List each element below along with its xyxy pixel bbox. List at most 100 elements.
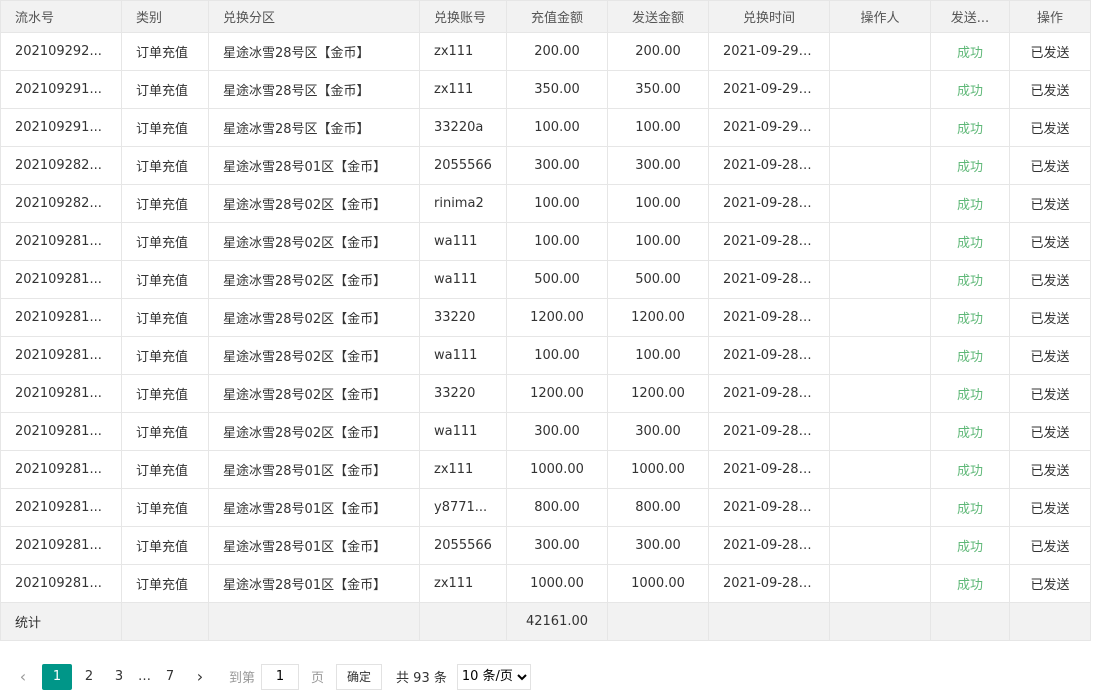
chevron-left-icon: ‹ — [19, 667, 27, 686]
goto-label: 到第 — [229, 671, 256, 686]
cell-sent: 500.00 — [607, 260, 709, 299]
col-category[interactable]: 类别 — [121, 0, 209, 33]
page-size-select[interactable]: 10 条/页 — [456, 663, 531, 690]
page-last-button[interactable]: 7 — [157, 664, 183, 690]
totals-empty — [708, 602, 830, 641]
col-operator[interactable]: 操作人 — [829, 0, 931, 33]
header-row: 流水号 类别 兑换分区 兑换账号 充值金额 发送金额 兑换时间 操作人 发送..… — [0, 0, 1091, 33]
page-1-button[interactable]: 1 — [42, 663, 72, 690]
table-row[interactable]: 202109281... 订单充值 星途冰雪28号02区【金币】 33220 1200.… — [0, 298, 1091, 337]
cell-account: wa111 — [419, 412, 507, 451]
status-badge: 成功 — [930, 184, 1010, 223]
goto-page-input[interactable] — [261, 663, 300, 690]
table-row[interactable]: 202109291... 订单充值 星途冰雪28号区【金币】 33220a 100.00… — [0, 108, 1091, 147]
cell-category: 订单充值 — [121, 374, 209, 413]
cell-serial: 202109281... — [0, 526, 122, 565]
cell-category: 订单充值 — [121, 450, 209, 489]
table-body: 202109292... 订单充值 星途冰雪28号区【金币】 zx111 200.00 2… — [0, 32, 1091, 641]
orders-table: 流水号 类别 兑换分区 兑换账号 充值金额 发送金额 兑换时间 操作人 发送..… — [0, 0, 1091, 641]
col-zone[interactable]: 兑换分区 — [208, 0, 420, 33]
cell-action[interactable]: 已发送 — [1009, 526, 1091, 565]
table-row[interactable]: 202109282... 订单充值 星途冰雪28号01区【金币】 2055566 300… — [0, 146, 1091, 185]
cell-action[interactable]: 已发送 — [1009, 564, 1091, 603]
status-badge: 成功 — [930, 146, 1010, 185]
table-row[interactable]: 202109281... 订单充值 星途冰雪28号02区【金币】 33220 1200.… — [0, 374, 1091, 413]
next-page-button[interactable]: › — [189, 667, 211, 686]
cell-time: 2021-09-29 ... — [708, 108, 830, 147]
table-row[interactable]: 202109281... 订单充值 星途冰雪28号01区【金币】 2055566 300… — [0, 526, 1091, 565]
cell-serial: 202109291... — [0, 108, 122, 147]
cell-operator — [829, 184, 931, 223]
cell-serial: 202109281... — [0, 260, 122, 299]
cell-action[interactable]: 已发送 — [1009, 108, 1091, 147]
cell-recharge: 100.00 — [506, 222, 608, 261]
cell-time: 2021-09-28 ... — [708, 298, 830, 337]
cell-recharge: 1200.00 — [506, 374, 608, 413]
cell-recharge: 800.00 — [506, 488, 608, 527]
page-2-button[interactable]: 2 — [76, 664, 102, 690]
cell-action[interactable]: 已发送 — [1009, 450, 1091, 489]
cell-recharge: 1000.00 — [506, 450, 608, 489]
table-row[interactable]: 202109281... 订单充值 星途冰雪28号02区【金币】 wa111 100.0… — [0, 222, 1091, 261]
col-sent[interactable]: 发送金额 — [607, 0, 709, 33]
table-header: 流水号 类别 兑换分区 兑换账号 充值金额 发送金额 兑换时间 操作人 发送..… — [0, 0, 1091, 33]
cell-time: 2021-09-28 ... — [708, 488, 830, 527]
table-row[interactable]: 202109281... 订单充值 星途冰雪28号01区【金币】 zx111 1000.… — [0, 450, 1091, 489]
cell-action[interactable]: 已发送 — [1009, 222, 1091, 261]
cell-time: 2021-09-28 ... — [708, 260, 830, 299]
cell-operator — [829, 336, 931, 375]
col-account[interactable]: 兑换账号 — [419, 0, 507, 33]
cell-action[interactable]: 已发送 — [1009, 184, 1091, 223]
cell-time: 2021-09-28 ... — [708, 450, 830, 489]
cell-zone: 星途冰雪28号01区【金币】 — [208, 526, 420, 565]
table-row[interactable]: 202109281... 订单充值 星途冰雪28号02区【金币】 wa111 500.0… — [0, 260, 1091, 299]
table-row[interactable]: 202109281... 订单充值 星途冰雪28号01区【金币】 zx111 1000.… — [0, 564, 1091, 603]
page-unit-label: 页 — [311, 671, 325, 686]
cell-account: zx111 — [419, 564, 507, 603]
cell-recharge: 500.00 — [506, 260, 608, 299]
table-row[interactable]: 202109282... 订单充值 星途冰雪28号02区【金币】 rinima2 100… — [0, 184, 1091, 223]
cell-action[interactable]: 已发送 — [1009, 70, 1091, 109]
cell-serial: 202109281... — [0, 222, 122, 261]
cell-action[interactable]: 已发送 — [1009, 146, 1091, 185]
cell-operator — [829, 222, 931, 261]
cell-zone: 星途冰雪28号02区【金币】 — [208, 412, 420, 451]
cell-category: 订单充值 — [121, 108, 209, 147]
cell-category: 订单充值 — [121, 260, 209, 299]
cell-action[interactable]: 已发送 — [1009, 260, 1091, 299]
cell-serial: 202109282... — [0, 184, 122, 223]
cell-action[interactable]: 已发送 — [1009, 412, 1091, 451]
cell-recharge: 300.00 — [506, 526, 608, 565]
prev-page-button[interactable]: ‹ — [12, 667, 34, 686]
cell-category: 订单充值 — [121, 526, 209, 565]
cell-action[interactable]: 已发送 — [1009, 298, 1091, 337]
totals-empty — [829, 602, 931, 641]
cell-zone: 星途冰雪28号02区【金币】 — [208, 298, 420, 337]
cell-action[interactable]: 已发送 — [1009, 32, 1091, 71]
cell-action[interactable]: 已发送 — [1009, 374, 1091, 413]
cell-account: 2055566 — [419, 526, 507, 565]
cell-action[interactable]: 已发送 — [1009, 488, 1091, 527]
table-row[interactable]: 202109292... 订单充值 星途冰雪28号区【金币】 zx111 200.00 2… — [0, 32, 1091, 71]
totals-row: 统计 42161.00 — [0, 602, 1091, 641]
col-recharge[interactable]: 充值金额 — [506, 0, 608, 33]
table-row[interactable]: 202109281... 订单充值 星途冰雪28号02区【金币】 wa111 300.0… — [0, 412, 1091, 451]
table-row[interactable]: 202109281... 订单充值 星途冰雪28号02区【金币】 wa111 100.0… — [0, 336, 1091, 375]
cell-sent: 100.00 — [607, 108, 709, 147]
cell-sent: 800.00 — [607, 488, 709, 527]
confirm-button[interactable]: 确定 — [336, 663, 383, 690]
col-action[interactable]: 操作 — [1009, 0, 1091, 33]
page-3-button[interactable]: 3 — [106, 664, 132, 690]
cell-action[interactable]: 已发送 — [1009, 336, 1091, 375]
col-time[interactable]: 兑换时间 — [708, 0, 830, 33]
cell-serial: 202109291... — [0, 70, 122, 109]
table-row[interactable]: 202109291... 订单充值 星途冰雪28号区【金币】 zx111 350.00 3… — [0, 70, 1091, 109]
col-status[interactable]: 发送... — [930, 0, 1010, 33]
cell-sent: 100.00 — [607, 222, 709, 261]
cell-operator — [829, 146, 931, 185]
page: 流水号 类别 兑换分区 兑换账号 充值金额 发送金额 兑换时间 操作人 发送..… — [0, 0, 1093, 697]
cell-category: 订单充值 — [121, 222, 209, 261]
totals-label: 统计 — [0, 602, 122, 641]
col-serial[interactable]: 流水号 — [0, 0, 122, 33]
table-row[interactable]: 202109281... 订单充值 星途冰雪28号01区【金币】 y8771... 80… — [0, 488, 1091, 527]
